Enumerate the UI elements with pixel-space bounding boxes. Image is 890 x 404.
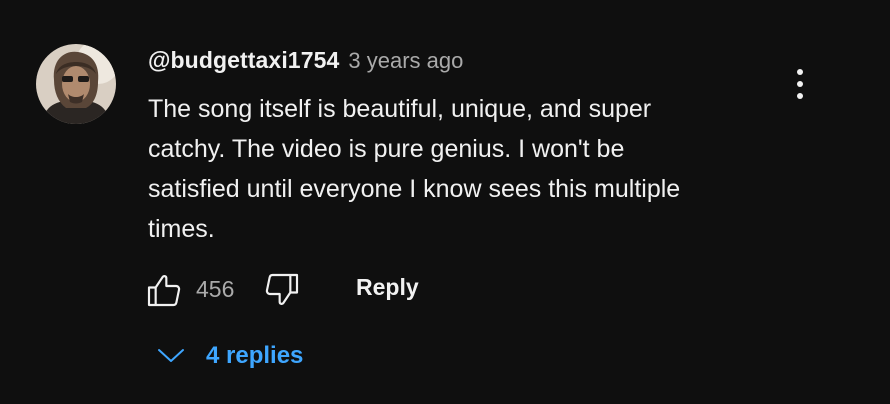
comment-text-line: The song itself is beautiful, unique, an… bbox=[148, 95, 652, 123]
comment-text-line: catchy. The video is pure genius. I won'… bbox=[148, 135, 625, 163]
comment-actions: 456 Reply bbox=[144, 268, 444, 312]
comment-text-line: times. bbox=[148, 215, 215, 243]
comment-text: The song itself is beautiful, unique, an… bbox=[148, 89, 788, 249]
view-replies-button[interactable]: 4 replies bbox=[156, 336, 303, 376]
comment-text-line: satisfied until everyone I know sees thi… bbox=[148, 175, 681, 203]
avatar-image bbox=[36, 44, 116, 124]
reply-button[interactable]: Reply bbox=[356, 274, 419, 301]
dislike-button[interactable] bbox=[262, 270, 302, 310]
chevron-down-icon bbox=[158, 349, 184, 362]
comment-timestamp[interactable]: 3 years ago bbox=[348, 48, 463, 74]
menu-dot bbox=[797, 93, 803, 99]
avatar[interactable] bbox=[36, 44, 116, 124]
thumbs-up-icon bbox=[147, 275, 181, 307]
like-button[interactable] bbox=[144, 270, 184, 310]
comment-header: @budgettaxi1754 3 years ago bbox=[148, 47, 463, 79]
menu-dot bbox=[797, 69, 803, 75]
author-name[interactable]: @budgettaxi1754 bbox=[148, 47, 339, 74]
like-count: 456 bbox=[196, 276, 235, 302]
thumbs-down-icon bbox=[265, 273, 299, 305]
more-vertical-icon[interactable] bbox=[786, 64, 814, 104]
menu-dot bbox=[797, 81, 803, 87]
comment-thread: @budgettaxi1754 3 years ago The song its… bbox=[0, 0, 890, 404]
replies-label: 4 replies bbox=[206, 342, 304, 369]
